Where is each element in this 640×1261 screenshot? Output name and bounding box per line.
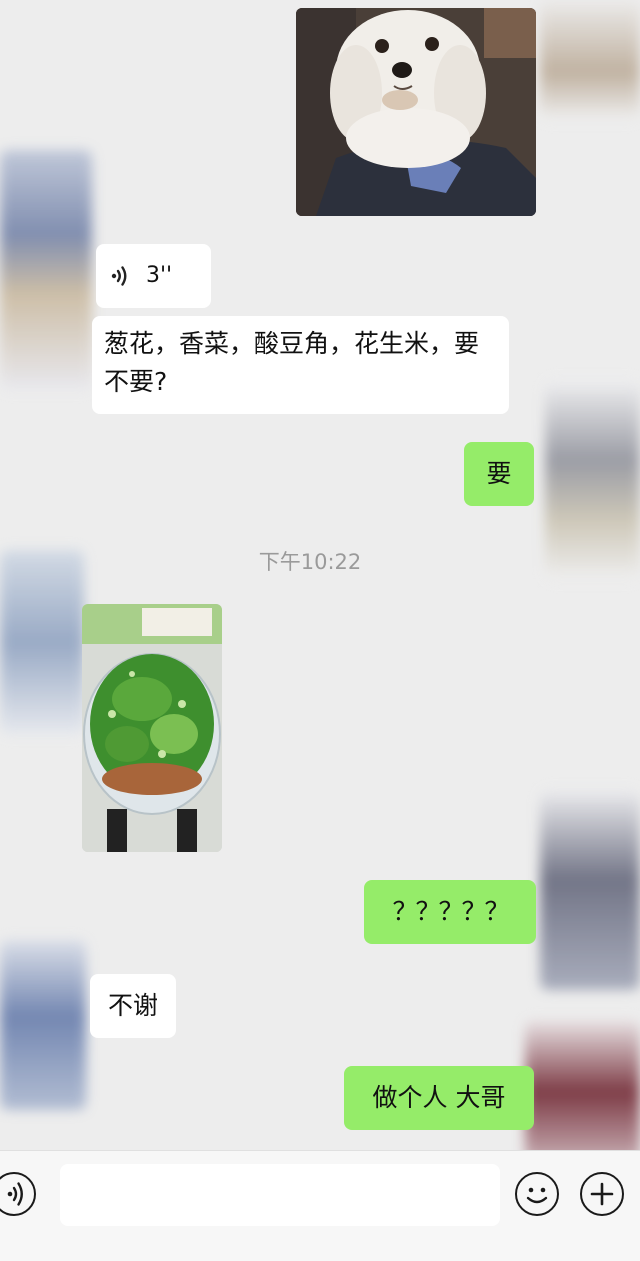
message-text: ？？？？？ bbox=[392, 897, 509, 926]
voice-duration: 3'' bbox=[146, 263, 173, 288]
message-text: 葱花，香菜，酸豆角，花生米，要不要? bbox=[104, 329, 480, 396]
voice-input-icon[interactable] bbox=[0, 1172, 36, 1216]
dog-photo-message[interactable] bbox=[296, 8, 536, 216]
contact-avatar[interactable] bbox=[0, 550, 84, 735]
message-timestamp: 下午10:22 bbox=[258, 550, 362, 574]
self-avatar[interactable] bbox=[540, 0, 640, 120]
text-message-bubble[interactable]: ？？？？？ bbox=[364, 880, 536, 944]
add-icon[interactable] bbox=[580, 1172, 624, 1216]
voice-message-bubble[interactable]: 3'' bbox=[96, 244, 211, 308]
text-message-bubble[interactable]: 要 bbox=[464, 442, 534, 506]
message-input[interactable] bbox=[60, 1164, 500, 1226]
message-text: 做个人 大哥 bbox=[372, 1083, 506, 1112]
message-text: 要 bbox=[486, 459, 512, 488]
self-avatar[interactable] bbox=[540, 790, 640, 990]
text-message-bubble[interactable]: 不谢 bbox=[90, 974, 176, 1038]
text-message-bubble[interactable]: 葱花，香菜，酸豆角，花生米，要不要? bbox=[92, 316, 509, 414]
dog-image bbox=[296, 8, 536, 216]
contact-avatar[interactable] bbox=[0, 940, 86, 1110]
emoji-icon[interactable] bbox=[515, 1172, 559, 1216]
contact-avatar[interactable] bbox=[0, 150, 92, 390]
text-message-bubble[interactable]: 做个人 大哥 bbox=[344, 1066, 534, 1130]
message-text: 不谢 bbox=[107, 991, 158, 1020]
food-photo-message[interactable] bbox=[82, 604, 222, 852]
voice-icon bbox=[108, 264, 132, 288]
food-image bbox=[82, 604, 222, 852]
